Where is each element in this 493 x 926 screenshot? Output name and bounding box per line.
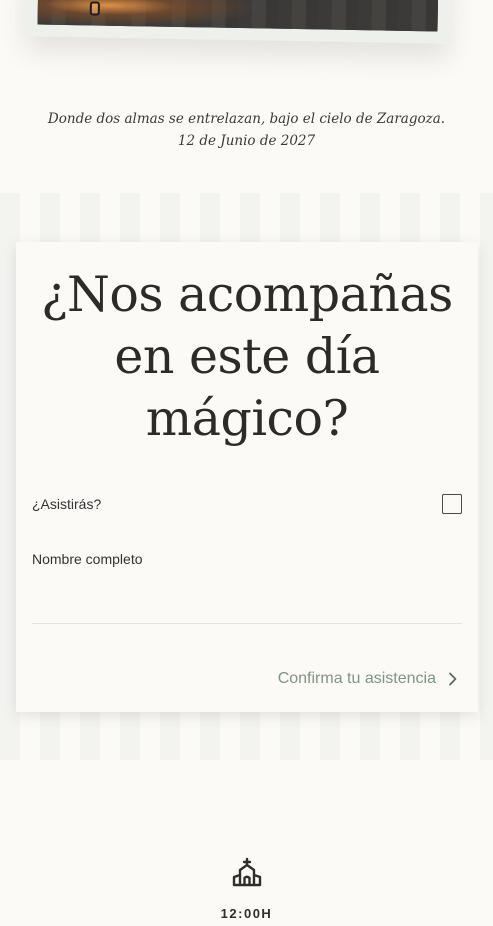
rsvp-card: ¿Nos acompañas en este día mágico? ¿Asis… [16,242,478,712]
rsvp-title: ¿Nos acompañas en este día mágico? [41,266,453,447]
wedding-page: Donde dos almas se entrelazan, bajo el c… [0,0,493,926]
confirm-attendance-button[interactable]: Confirma tu asistencia [278,670,458,688]
schedule-section: 12:00H [0,760,493,926]
chevron-right-icon [449,672,457,686]
hero-photo-frame [25,0,451,44]
attend-label: ¿Asistirás? [32,496,102,512]
hero-tagline: Donde dos almas se entrelazan, bajo el c… [47,111,446,149]
lantern-icon [89,1,100,16]
attend-checkbox[interactable] [442,494,462,514]
confirm-attendance-label: Confirma tu asistencia [277,670,436,687]
hero-photo [37,0,439,32]
ceremony-time: 12:00H [220,906,273,921]
full-name-input[interactable] [32,578,462,624]
name-label: Nombre completo [32,551,143,567]
church-icon [232,857,262,887]
